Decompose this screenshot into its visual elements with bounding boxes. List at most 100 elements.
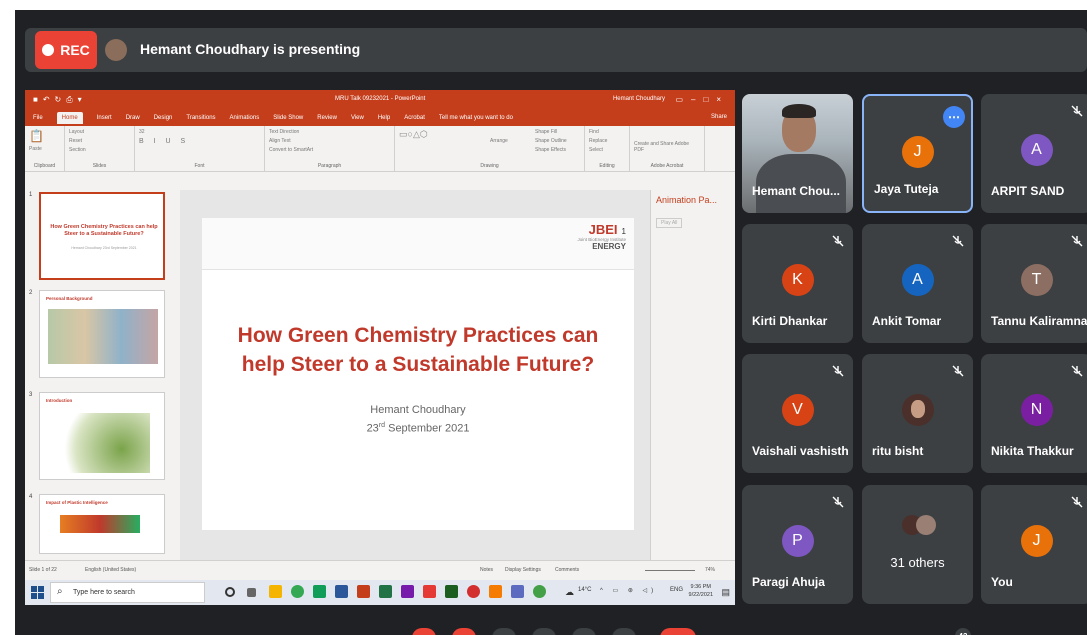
participant-tile[interactable]: ⋯ J Jaya Tuteja	[862, 94, 973, 213]
app-icon[interactable]	[313, 585, 326, 598]
comments-button[interactable]: Comments	[555, 567, 579, 573]
font-format-icons[interactable]: B I U S	[139, 138, 260, 145]
shape-fill-button[interactable]: Shape Fill	[535, 129, 557, 135]
play-all-button[interactable]: Play All	[656, 218, 683, 228]
others-avatars	[902, 515, 936, 535]
reset-button[interactable]: Reset	[69, 138, 130, 144]
app-icon[interactable]	[467, 585, 480, 598]
onenote-icon[interactable]	[401, 585, 414, 598]
replace-button[interactable]: Replace	[589, 138, 625, 144]
notes-button[interactable]: Notes	[480, 567, 493, 573]
file-explorer-icon[interactable]	[269, 585, 282, 598]
language-indicator[interactable]: ENG	[670, 587, 683, 593]
clock-date: 9/22/2021	[688, 592, 713, 599]
temperature[interactable]: 14°C	[578, 587, 591, 593]
app-icon[interactable]	[445, 585, 458, 598]
tab-animations[interactable]: Animations	[230, 115, 260, 121]
notification-icon[interactable]: ▤	[721, 587, 730, 598]
slide-author: Hemant Choudhary	[370, 404, 466, 416]
tab-design[interactable]: Design	[154, 115, 173, 121]
ppt-user-name: Hemant Choudhary	[612, 96, 665, 102]
participant-tile[interactable]: ritu bisht	[862, 354, 973, 473]
mic-off-icon	[1071, 496, 1083, 508]
text-direction-button[interactable]: Text Direction	[269, 129, 390, 135]
quick-access-icons[interactable]: ■↶↻⎙▾	[33, 95, 87, 105]
participant-tile[interactable]: Hemant Chou...	[742, 94, 853, 213]
windows-taskbar: ⌕ Type here to search ☁ 14°C ^ ▭ ⊛ ◁) EN…	[25, 580, 735, 605]
convert-smartart-button[interactable]: Convert to SmartArt	[269, 147, 390, 153]
task-view-icon[interactable]	[247, 588, 256, 597]
align-text-button[interactable]: Align Text	[269, 138, 390, 144]
chrome-icon[interactable]	[291, 585, 304, 598]
language-status[interactable]: English (United States)	[85, 567, 136, 573]
excel-icon[interactable]	[379, 585, 392, 598]
zoom-level[interactable]: 74%	[705, 567, 715, 573]
section-button[interactable]: Section	[69, 147, 130, 153]
shape-effects-button[interactable]: Shape Effects	[535, 147, 566, 153]
shape-outline-button[interactable]: Shape Outline	[535, 138, 567, 144]
ppt-status-bar: Slide 1 of 22 English (United States) No…	[25, 560, 735, 580]
thumb-title: Personal Background	[46, 296, 93, 301]
share-button[interactable]: Share	[711, 114, 727, 120]
find-button[interactable]: Find	[589, 129, 625, 135]
group-label: Font	[194, 163, 205, 169]
tray-icons[interactable]: ^ ▭ ⊛ ◁)	[600, 587, 657, 594]
select-button[interactable]: Select	[589, 147, 625, 153]
tab-acrobat[interactable]: Acrobat	[404, 115, 425, 121]
tab-view[interactable]: View	[351, 115, 364, 121]
mic-off-icon	[832, 365, 844, 377]
tab-help[interactable]: Help	[378, 115, 390, 121]
display-settings-button[interactable]: Display Settings	[505, 567, 541, 573]
animation-pane: Animation Pa... Play All	[650, 190, 735, 560]
layout-button[interactable]: Layout	[69, 129, 130, 135]
rec-indicator[interactable]: REC	[35, 31, 97, 69]
participant-name: Hemant Chou...	[752, 184, 841, 198]
app-icon[interactable]	[533, 585, 546, 598]
participant-name: You	[991, 575, 1013, 589]
meet-window: REC Hemant Choudhary is presenting ■↶↻⎙▾…	[15, 10, 1087, 635]
tab-home[interactable]: Home	[56, 112, 83, 124]
leave-call-button[interactable]	[660, 628, 696, 635]
create-share-pdf-button[interactable]: Create and Share Adobe PDF	[634, 141, 694, 153]
windows-start-icon[interactable]	[31, 586, 44, 599]
powerpoint-icon[interactable]	[357, 585, 370, 598]
zoom-slider[interactable]	[645, 570, 695, 571]
slide-thumbnail-3[interactable]: Introduction	[39, 392, 165, 480]
participant-tile[interactable]: P Paragi Ahuja	[742, 485, 853, 604]
current-slide[interactable]: JBEI 1 Joint BioEnergy Institute ENERGY H…	[202, 218, 634, 530]
participant-tile[interactable]: K Kirti Dhankar	[742, 224, 853, 343]
more-options-icon[interactable]: ⋯	[943, 106, 965, 128]
participant-tile[interactable]: N Nikita Thakkur	[981, 354, 1087, 473]
participant-tile[interactable]: T Tannu Kaliramna	[981, 224, 1087, 343]
app-icon[interactable]	[489, 585, 502, 598]
group-label: Adobe Acrobat	[650, 163, 684, 169]
others-tile[interactable]: 31 others	[862, 485, 973, 604]
tab-file[interactable]: File	[33, 115, 43, 121]
tab-insert[interactable]: Insert	[97, 115, 112, 121]
participant-tile[interactable]: V Vaishali vashisth	[742, 354, 853, 473]
paste-button[interactable]: Paste	[29, 146, 60, 152]
cortana-icon[interactable]	[225, 587, 235, 597]
tab-slide-show[interactable]: Slide Show	[273, 115, 303, 121]
tab-transitions[interactable]: Transitions	[186, 115, 215, 121]
taskbar-clock[interactable]: 9:36 PM 9/22/2021	[689, 583, 713, 600]
tell-me-search[interactable]: Tell me what you want to do	[439, 115, 513, 121]
slide-thumbnail-4[interactable]: Impact of Plastic Intelligence	[39, 494, 165, 554]
app-icon[interactable]	[511, 585, 524, 598]
participant-tile[interactable]: A Ankit Tomar	[862, 224, 973, 343]
acrobat-icon[interactable]	[423, 585, 436, 598]
tab-draw[interactable]: Draw	[126, 115, 140, 121]
window-controls-icon[interactable]: ▭–□×	[675, 95, 729, 104]
participant-tile[interactable]: A ARPIT SAND	[981, 94, 1087, 213]
self-tile[interactable]: J You	[981, 485, 1087, 604]
arrange-button[interactable]: Arrange	[490, 138, 508, 144]
participant-count-badge[interactable]: 43	[955, 628, 971, 635]
taskbar-search-input[interactable]: ⌕ Type here to search	[50, 582, 205, 603]
participant-photo	[901, 394, 934, 426]
paste-icon[interactable]: 📋	[29, 129, 60, 143]
tab-review[interactable]: Review	[317, 115, 337, 121]
word-icon[interactable]	[335, 585, 348, 598]
font-size-box[interactable]: 32	[139, 129, 260, 135]
slide-thumbnail-1[interactable]: How Green Chemistry Practices can help S…	[39, 192, 165, 280]
slide-thumbnail-2[interactable]: Personal Background	[39, 290, 165, 378]
